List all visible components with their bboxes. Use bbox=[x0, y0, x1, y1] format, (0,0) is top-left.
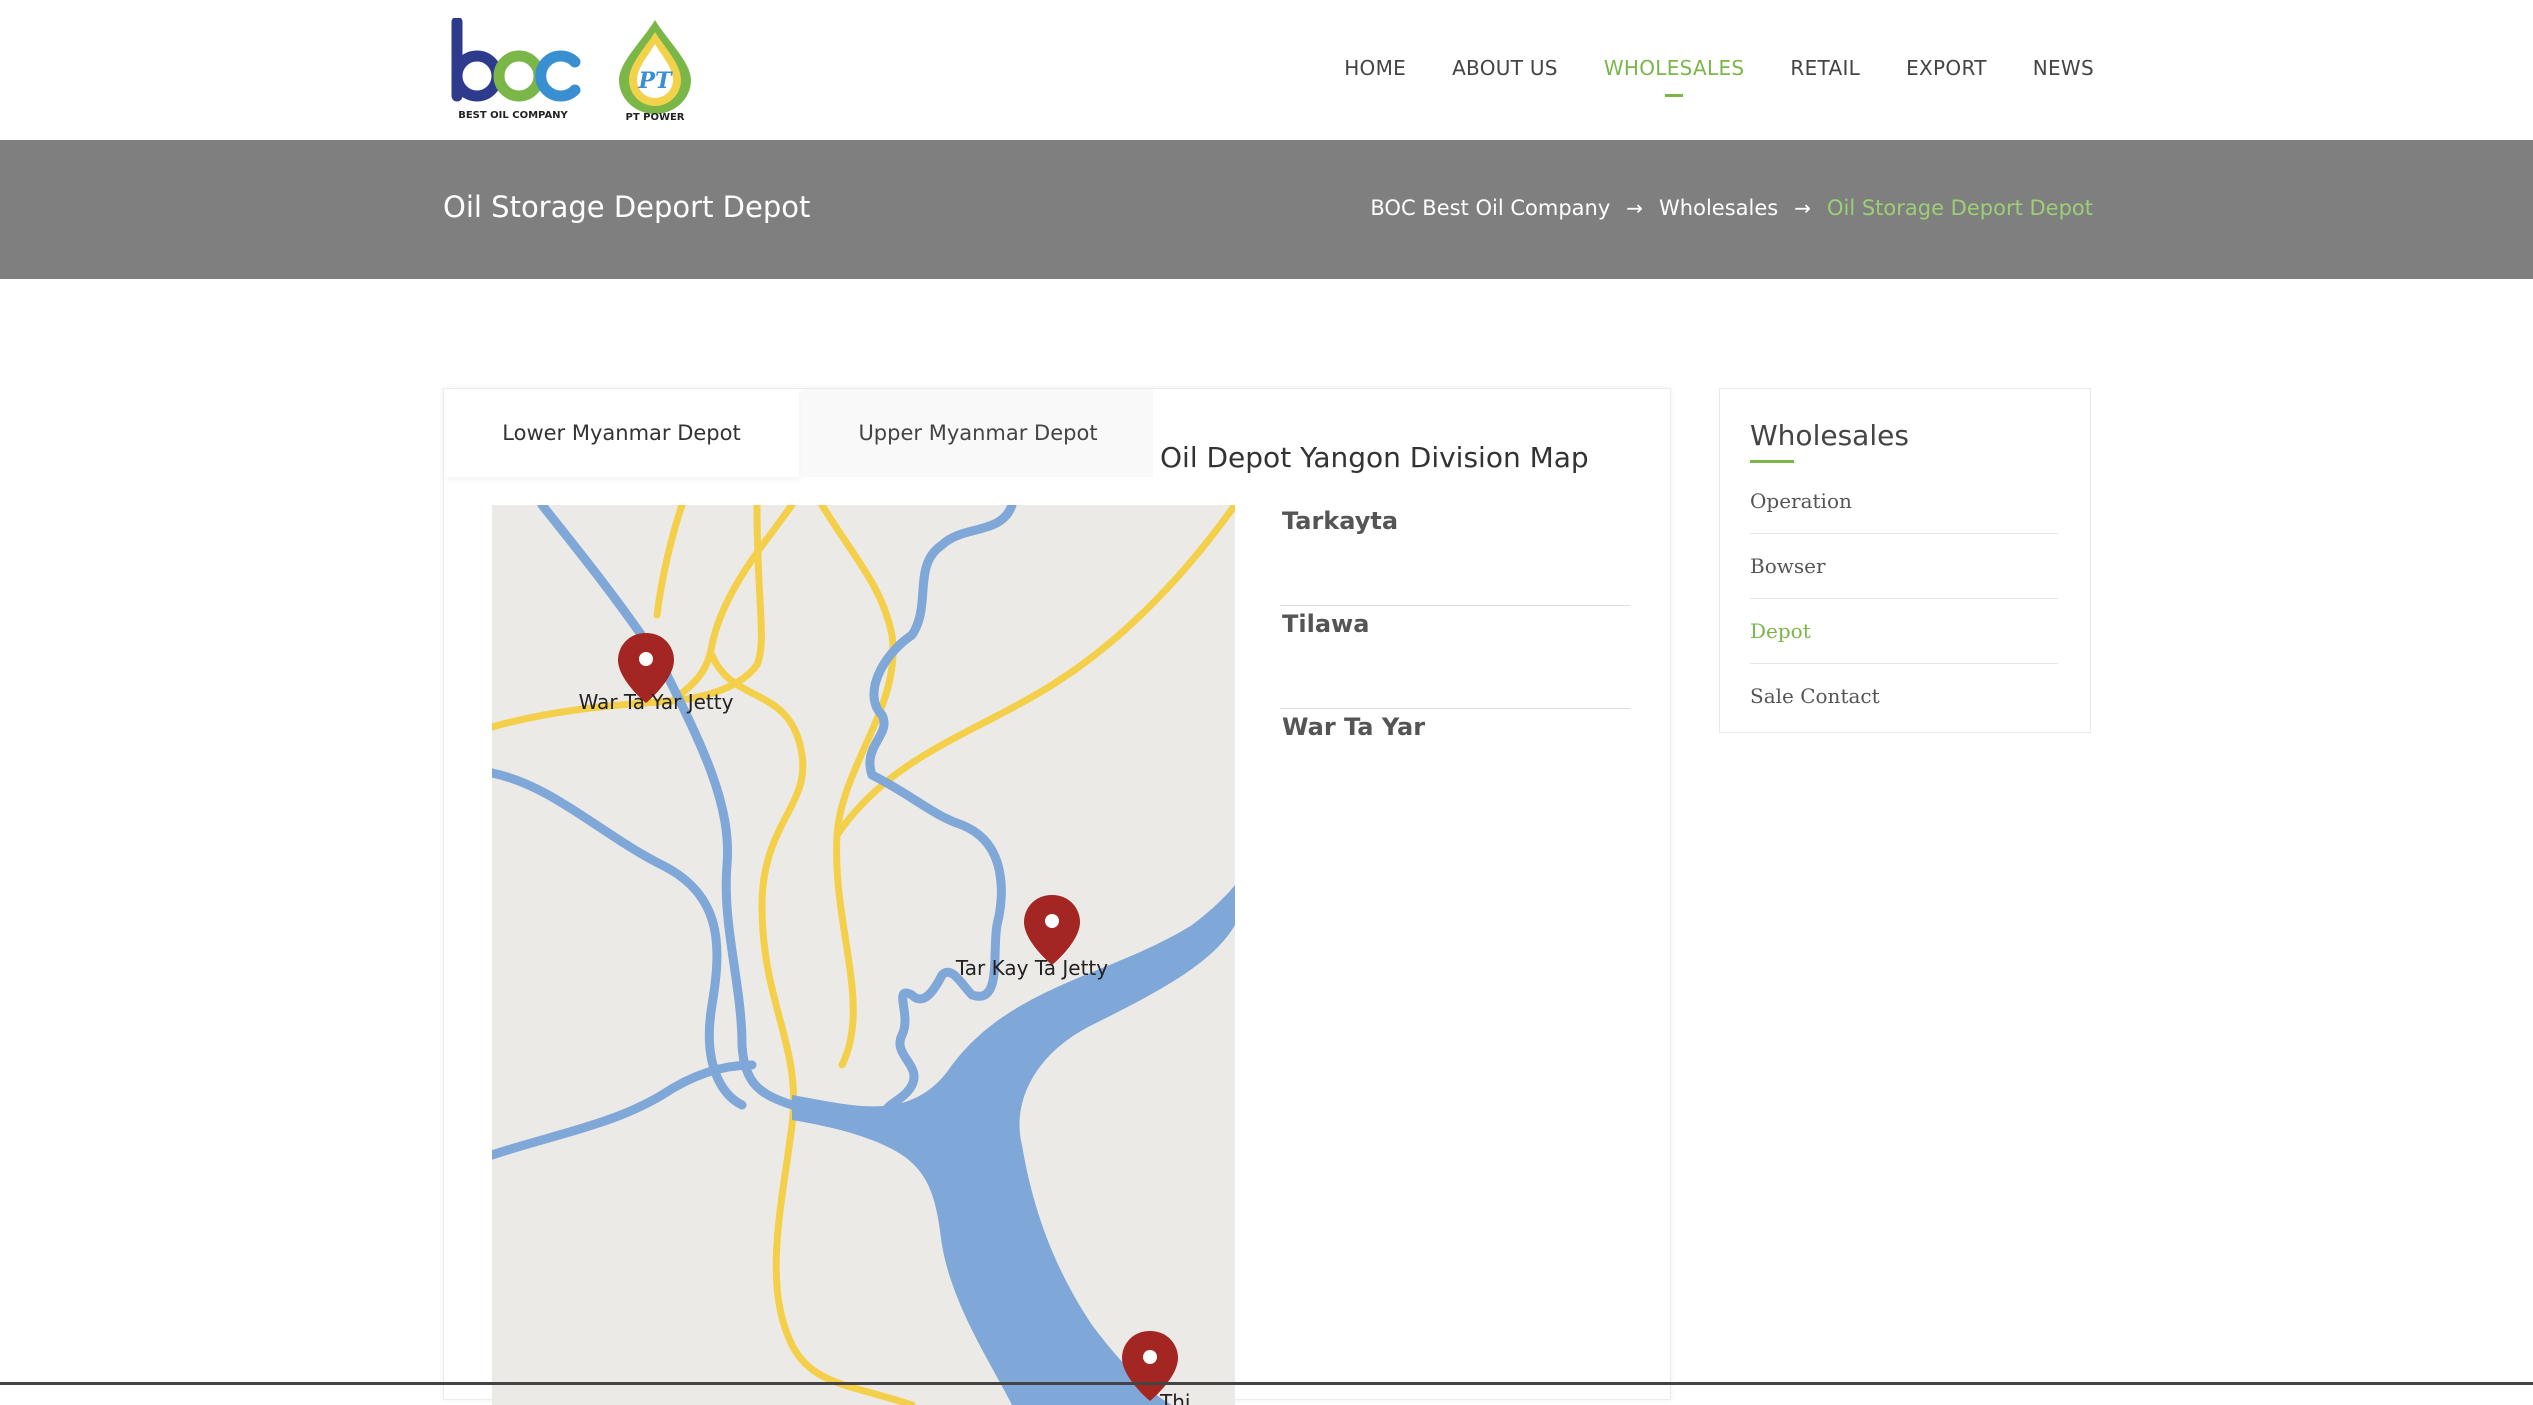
depot-location-list: Tarkayta Tilawa War Ta Yar bbox=[1280, 503, 1630, 811]
pt-power-logo[interactable]: PT PT POWER bbox=[615, 18, 695, 124]
sidebar-item-depot[interactable]: Depot bbox=[1750, 599, 2058, 664]
nav-home-label: HOME bbox=[1344, 56, 1407, 80]
main-nav: HOME ABOUT US WHOLESALES RETAIL EXPORT N… bbox=[1298, 56, 2094, 97]
boc-logo[interactable]: BEST OIL COMPANY bbox=[443, 16, 583, 124]
breadcrumb-current: Oil Storage Deport Depot bbox=[1826, 196, 2093, 220]
nav-news-label: NEWS bbox=[2032, 56, 2094, 80]
sidebar-item-operation[interactable]: Operation bbox=[1750, 469, 2058, 534]
yangon-depot-map[interactable]: War Ta Yar Jetty Tar Kay Ta Jetty Thi bbox=[492, 505, 1235, 1405]
map-heading: Oil Depot Yangon Division Map bbox=[1160, 441, 1589, 474]
sidebar-item-bowser[interactable]: Bowser bbox=[1750, 534, 2058, 599]
nav-retail[interactable]: RETAIL bbox=[1790, 56, 1860, 80]
location-item[interactable]: Tarkayta bbox=[1280, 503, 1630, 606]
nav-wholesales[interactable]: WHOLESALES bbox=[1603, 56, 1745, 97]
nav-about-us-label: ABOUT US bbox=[1452, 56, 1558, 80]
nav-export[interactable]: EXPORT bbox=[1906, 56, 1987, 80]
pt-logo-caption: PT POWER bbox=[625, 112, 684, 123]
page-banner: Oil Storage Deport Depot BOC Best Oil Co… bbox=[0, 140, 2533, 279]
tab-label: Upper Myanmar Depot bbox=[858, 421, 1098, 445]
page-title: Oil Storage Deport Depot bbox=[443, 190, 811, 224]
sidebar-item-sale-contact[interactable]: Sale Contact bbox=[1750, 664, 2058, 728]
tab-upper-myanmar-depot[interactable]: Upper Myanmar Depot bbox=[803, 389, 1153, 477]
active-nav-indicator bbox=[1665, 94, 1684, 97]
boc-logo-caption: BEST OIL COMPANY bbox=[458, 110, 568, 121]
tab-lower-myanmar-depot[interactable]: Lower Myanmar Depot bbox=[444, 389, 799, 477]
breadcrumb-wholesales-link[interactable]: Wholesales bbox=[1659, 196, 1778, 220]
sidebar-title: Wholesales bbox=[1750, 419, 1909, 452]
location-item[interactable]: War Ta Yar bbox=[1280, 709, 1630, 811]
nav-home[interactable]: HOME bbox=[1344, 56, 1406, 80]
sidebar-menu: Operation Bowser Depot Sale Contact bbox=[1750, 469, 2058, 728]
wholesales-sidebar: Wholesales Operation Bowser Depot Sale C… bbox=[1719, 388, 2091, 733]
nav-retail-label: RETAIL bbox=[1790, 56, 1861, 80]
sidebar-item-label: Bowser bbox=[1750, 554, 1826, 578]
breadcrumb-home-link[interactable]: BOC Best Oil Company bbox=[1370, 196, 1610, 220]
nav-about-us[interactable]: ABOUT US bbox=[1452, 56, 1558, 80]
nav-news[interactable]: NEWS bbox=[2033, 56, 2094, 80]
breadcrumb-arrow-icon: → bbox=[1626, 196, 1644, 220]
breadcrumb-arrow-icon: → bbox=[1794, 196, 1811, 220]
sidebar-item-label: Operation bbox=[1750, 489, 1852, 513]
nav-export-label: EXPORT bbox=[1906, 56, 1987, 80]
breadcrumb: BOC Best Oil Company → Wholesales → Oil … bbox=[1370, 196, 2093, 220]
depot-card: Lower Myanmar Depot Upper Myanmar Depot … bbox=[443, 388, 1671, 1405]
location-item[interactable]: Tilawa bbox=[1280, 606, 1630, 709]
sidebar-item-label: Depot bbox=[1750, 619, 1811, 643]
marker-label: War Ta Yar Jetty bbox=[579, 690, 734, 714]
location-name: Tarkayta bbox=[1282, 507, 1399, 535]
sidebar-title-underline bbox=[1750, 460, 1794, 463]
sidebar-item-label: Sale Contact bbox=[1750, 684, 1880, 708]
nav-wholesales-label: WHOLESALES bbox=[1603, 56, 1745, 80]
location-name: Tilawa bbox=[1282, 610, 1370, 638]
location-name: War Ta Yar bbox=[1282, 713, 1426, 741]
marker-label: Thi bbox=[1159, 1390, 1190, 1405]
marker-label: Tar Kay Ta Jetty bbox=[955, 956, 1108, 980]
pt-logo-mark: PT bbox=[638, 68, 674, 94]
tab-label: Lower Myanmar Depot bbox=[502, 421, 741, 445]
site-header: BEST OIL COMPANY PT PT POWER HOME ABOUT … bbox=[0, 0, 2533, 140]
